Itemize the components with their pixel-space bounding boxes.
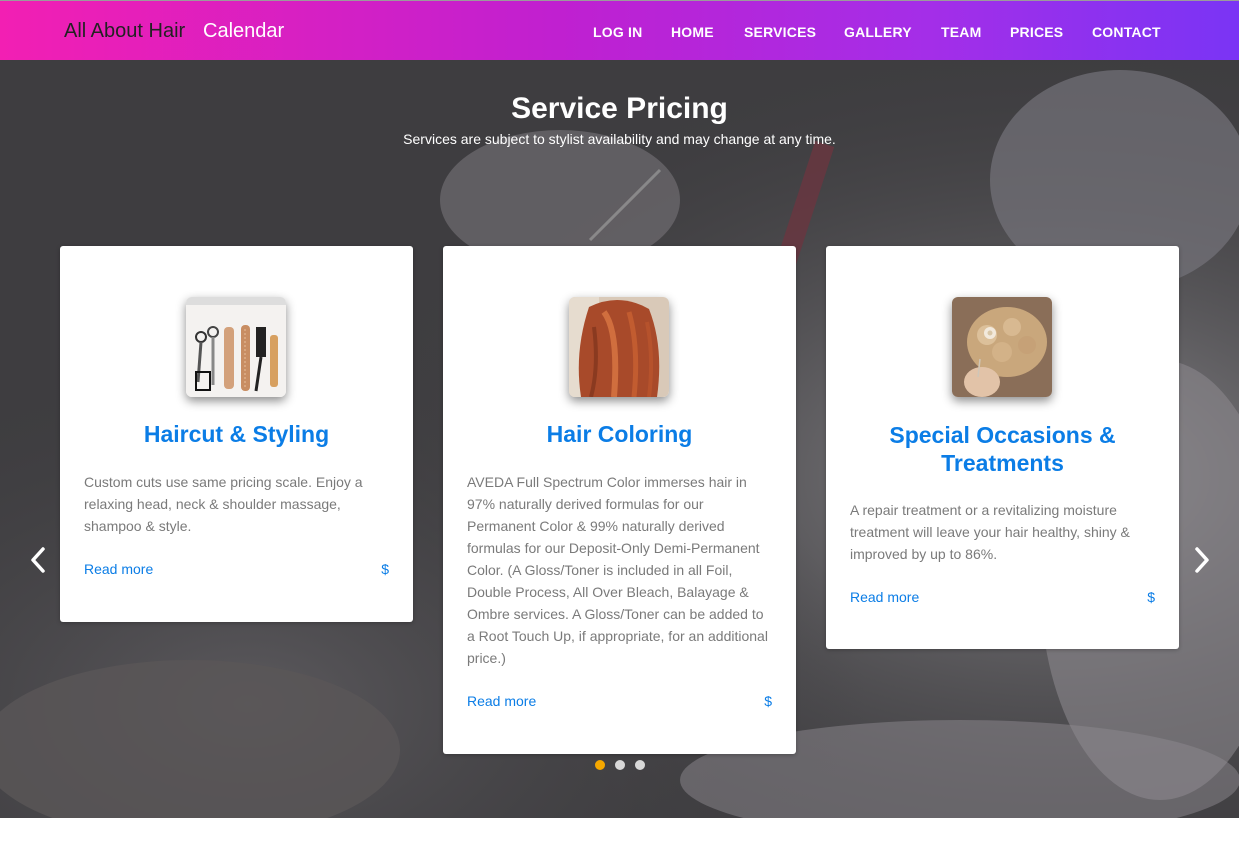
service-card-special-occasions: Special Occasions & Treatments A repair … — [826, 246, 1179, 649]
nav-gallery[interactable]: GALLERY — [844, 24, 912, 40]
nav-home[interactable]: HOME — [671, 24, 714, 40]
nav-login[interactable]: LOG IN — [593, 24, 642, 40]
page-subtitle: Services are subject to stylist availabi… — [403, 131, 836, 147]
price-label: $ — [381, 561, 389, 577]
chevron-left-icon[interactable] — [26, 545, 50, 575]
card-title: Special Occasions & Treatments — [889, 422, 1116, 476]
card-title: Haircut & Styling — [143, 421, 330, 447]
card-description: AVEDA Full Spectrum Color immerses hair … — [467, 474, 768, 666]
calendar-link[interactable]: Calendar — [203, 20, 284, 43]
read-more-link[interactable]: Read more — [467, 693, 536, 709]
read-more-link[interactable]: Read more — [850, 589, 919, 605]
hair-tools-image — [186, 297, 286, 397]
page-title: Service Pricing — [511, 92, 728, 125]
card-description: Custom cuts use same pricing scale. Enjo… — [84, 474, 363, 534]
updo-hairstyle-image — [952, 297, 1052, 397]
read-more-link[interactable]: Read more — [84, 561, 153, 577]
nav-contact[interactable]: CONTACT — [1092, 24, 1161, 40]
card-description: A repair treatment or a revitalizing moi… — [850, 502, 1130, 562]
chevron-right-icon[interactable] — [1190, 545, 1214, 575]
red-hair-image — [569, 297, 669, 397]
card-title: Hair Coloring — [546, 421, 693, 447]
service-card-coloring: Hair Coloring AVEDA Full Spectrum Color … — [443, 246, 796, 754]
carousel-dot-1[interactable] — [595, 760, 605, 770]
pricing-hero-section: Service Pricing Services are subject to … — [0, 60, 1239, 818]
price-label: $ — [1147, 589, 1155, 605]
carousel-dot-2[interactable] — [615, 760, 625, 770]
nav-prices[interactable]: PRICES — [1010, 24, 1063, 40]
price-label: $ — [764, 693, 772, 709]
carousel-dot-3[interactable] — [635, 760, 645, 770]
nav-services[interactable]: SERVICES — [744, 24, 816, 40]
nav-team[interactable]: TEAM — [941, 24, 981, 40]
brand-link[interactable]: All About Hair — [64, 20, 185, 43]
service-card-haircut: Haircut & Styling Custom cuts use same p… — [60, 246, 413, 622]
top-navbar: All About Hair Calendar LOG IN HOME SERV… — [0, 0, 1239, 60]
